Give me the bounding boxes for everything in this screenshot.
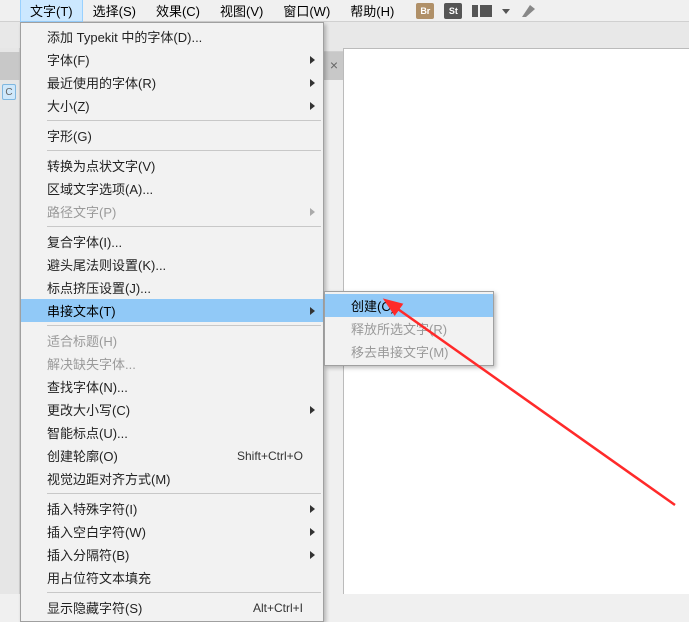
chevron-right-icon <box>310 208 315 216</box>
chevron-right-icon <box>310 307 315 315</box>
menubar-label: 效果(C) <box>156 4 200 19</box>
menubar-label: 文字(T) <box>30 4 73 19</box>
menu-label: 路径文字(P) <box>47 202 303 221</box>
menu-label: 智能标点(U)... <box>47 423 303 442</box>
chevron-right-icon <box>310 79 315 87</box>
chevron-right-icon <box>310 56 315 64</box>
stock-icon[interactable]: St <box>444 3 462 19</box>
chevron-right-icon <box>310 505 315 513</box>
menu-label: 字体(F) <box>47 50 303 69</box>
menu-item-font[interactable]: 字体(F) <box>21 48 323 71</box>
menu-item-special-chars[interactable]: 插入特殊字符(I) <box>21 497 323 520</box>
submenu-item-create[interactable]: 创建(C) <box>325 294 493 317</box>
menu-label: 添加 Typekit 中的字体(D)... <box>47 27 303 46</box>
menubar-item-window[interactable]: 窗口(W) <box>273 0 340 22</box>
menu-shortcut: Shift+Ctrl+O <box>237 449 303 463</box>
menu-item-area-options[interactable]: 区域文字选项(A)... <box>21 177 323 200</box>
menu-item-create-outlines[interactable]: 创建轮廓(O)Shift+Ctrl+O <box>21 444 323 467</box>
menu-label: 移去串接文字(M) <box>351 342 479 361</box>
menubar-item-select[interactable]: 选择(S) <box>83 0 146 22</box>
menu-separator <box>47 493 321 494</box>
tool-column: C <box>0 48 20 594</box>
menu-label: 视觉边距对齐方式(M) <box>47 469 303 488</box>
chevron-down-icon[interactable] <box>502 3 510 18</box>
menu-label: 字形(G) <box>47 126 303 145</box>
menubar-item-help[interactable]: 帮助(H) <box>340 0 404 22</box>
menubar-item-view[interactable]: 视图(V) <box>210 0 273 22</box>
menu-separator <box>47 150 321 151</box>
menu-item-glyphs[interactable]: 字形(G) <box>21 124 323 147</box>
menu-item-recent-fonts[interactable]: 最近使用的字体(R) <box>21 71 323 94</box>
menu-item-path-text: 路径文字(P) <box>21 200 323 223</box>
quill-icon[interactable] <box>520 3 538 19</box>
submenu-item-release: 释放所选文字(R) <box>325 317 493 340</box>
menu-label: 查找字体(N)... <box>47 377 303 396</box>
menu-separator <box>47 120 321 121</box>
chevron-right-icon <box>310 406 315 414</box>
menu-item-smart-punct[interactable]: 智能标点(U)... <box>21 421 323 444</box>
menubar-label: 帮助(H) <box>350 4 394 19</box>
menu-item-threaded-text[interactable]: 串接文本(T) <box>21 299 323 322</box>
menu-label: 插入特殊字符(I) <box>47 499 303 518</box>
close-icon[interactable]: × <box>327 58 341 72</box>
menu-label: 适合标题(H) <box>47 331 303 350</box>
chevron-right-icon <box>310 551 315 559</box>
menubar: 文字(T) 选择(S) 效果(C) 视图(V) 窗口(W) 帮助(H) Br S… <box>0 0 689 22</box>
layout-icon[interactable] <box>472 5 492 17</box>
menu-item-convert-point[interactable]: 转换为点状文字(V) <box>21 154 323 177</box>
menu-label: 大小(Z) <box>47 96 303 115</box>
menu-item-find-font[interactable]: 查找字体(N)... <box>21 375 323 398</box>
menu-separator <box>47 592 321 593</box>
menu-label: 插入分隔符(B) <box>47 545 303 564</box>
menu-label: 用占位符文本填充 <box>47 568 303 587</box>
menu-item-placeholder-text[interactable]: 用占位符文本填充 <box>21 566 323 589</box>
menu-item-optical-align[interactable]: 视觉边距对齐方式(M) <box>21 467 323 490</box>
menubar-item-text[interactable]: 文字(T) <box>20 0 83 22</box>
menu-label: 串接文本(T) <box>47 301 303 320</box>
menubar-label: 选择(S) <box>93 4 136 19</box>
menu-item-whitespace[interactable]: 插入空白字符(W) <box>21 520 323 543</box>
threaded-text-submenu: 创建(C) 释放所选文字(R) 移去串接文字(M) <box>324 291 494 366</box>
menu-label: 创建轮廓(O) <box>47 446 237 465</box>
menu-item-change-case[interactable]: 更改大小写(C) <box>21 398 323 421</box>
menu-label: 显示隐藏字符(S) <box>47 598 253 617</box>
menubar-label: 视图(V) <box>220 4 263 19</box>
submenu-item-remove: 移去串接文字(M) <box>325 340 493 363</box>
menu-separator <box>47 226 321 227</box>
menu-item-typekit[interactable]: 添加 Typekit 中的字体(D)... <box>21 25 323 48</box>
menubar-icons: Br St <box>416 3 538 19</box>
menu-item-fit-headline: 适合标题(H) <box>21 329 323 352</box>
menu-label: 区域文字选项(A)... <box>47 179 303 198</box>
bridge-icon[interactable]: Br <box>416 3 434 19</box>
menu-item-size[interactable]: 大小(Z) <box>21 94 323 117</box>
menubar-label: 窗口(W) <box>283 4 330 19</box>
menu-label: 创建(C) <box>351 296 479 315</box>
chevron-right-icon <box>310 102 315 110</box>
menu-label: 释放所选文字(R) <box>351 319 479 338</box>
menu-separator <box>47 325 321 326</box>
menu-item-resolve-missing: 解决缺失字体... <box>21 352 323 375</box>
chevron-right-icon <box>310 528 315 536</box>
menu-item-kinsoku[interactable]: 避头尾法则设置(K)... <box>21 253 323 276</box>
left-panel-tab[interactable]: C <box>2 84 16 100</box>
menubar-item-effects[interactable]: 效果(C) <box>146 0 210 22</box>
menu-label: 避头尾法则设置(K)... <box>47 255 303 274</box>
menu-label: 最近使用的字体(R) <box>47 73 303 92</box>
menu-label: 插入空白字符(W) <box>47 522 303 541</box>
menu-label: 解决缺失字体... <box>47 354 303 373</box>
menu-item-composite-font[interactable]: 复合字体(I)... <box>21 230 323 253</box>
text-menu-dropdown: 添加 Typekit 中的字体(D)... 字体(F) 最近使用的字体(R) 大… <box>20 22 324 622</box>
menu-label: 复合字体(I)... <box>47 232 303 251</box>
menu-item-show-hidden[interactable]: 显示隐藏字符(S)Alt+Ctrl+I <box>21 596 323 619</box>
menu-label: 标点挤压设置(J)... <box>47 278 303 297</box>
menu-label: 转换为点状文字(V) <box>47 156 303 175</box>
menu-item-break-chars[interactable]: 插入分隔符(B) <box>21 543 323 566</box>
menu-label: 更改大小写(C) <box>47 400 303 419</box>
menu-item-mojikumi[interactable]: 标点挤压设置(J)... <box>21 276 323 299</box>
menu-shortcut: Alt+Ctrl+I <box>253 601 303 615</box>
